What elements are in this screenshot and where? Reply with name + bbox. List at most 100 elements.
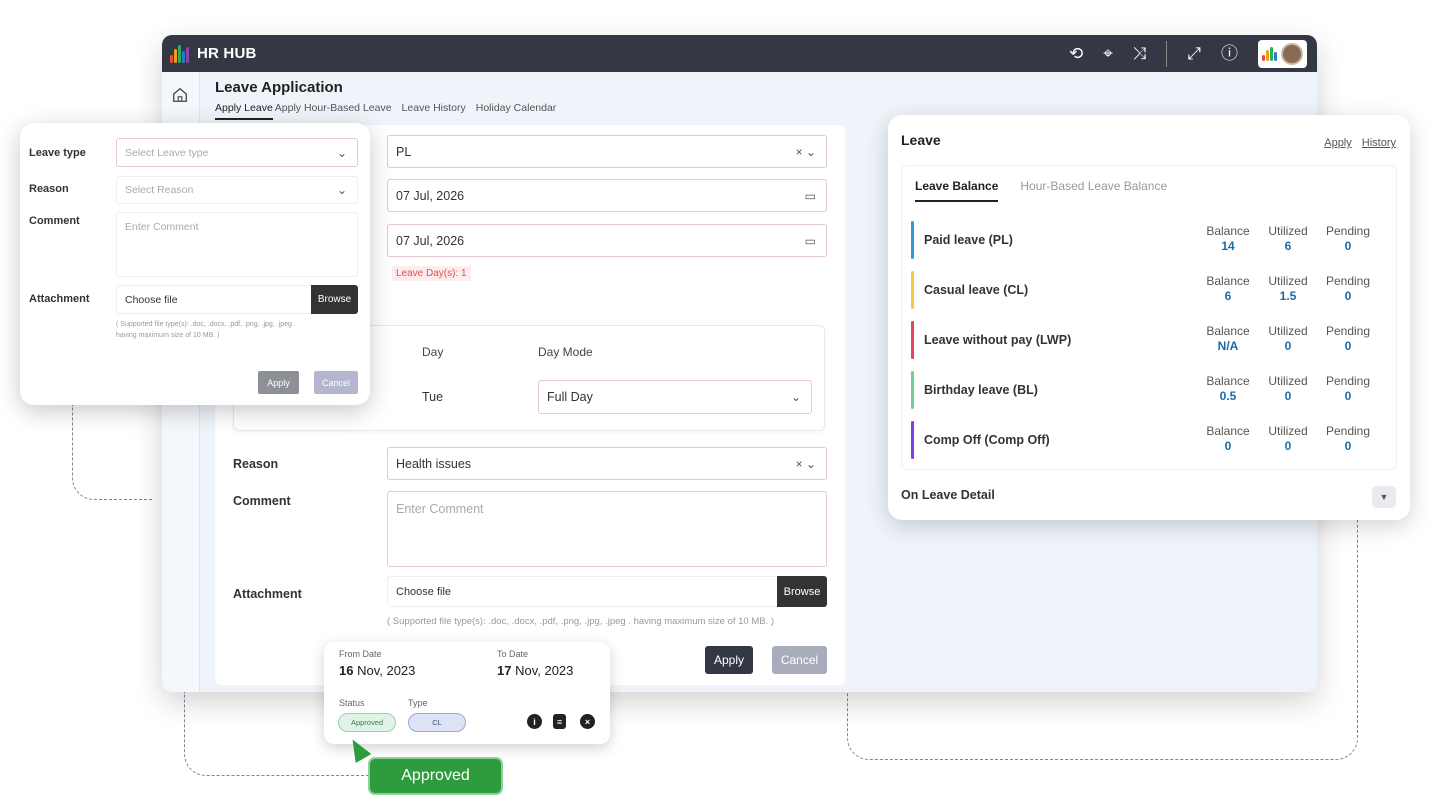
utilized-header: Utilized — [1268, 374, 1308, 388]
leave-utilized-stat: Utilized 0 — [1261, 324, 1315, 353]
mini-reason-select[interactable]: Select Reason ⌄ — [116, 176, 358, 204]
company-logo-icon — [1262, 46, 1277, 61]
chevron-down-icon[interactable]: ⌄ — [337, 183, 347, 197]
utilized-value: 6 — [1284, 239, 1292, 253]
type-label: Type — [408, 698, 428, 708]
leave-name: Leave without pay (LWP) — [924, 333, 1072, 347]
to-date-value: 07 Jul, 2026 — [396, 233, 465, 248]
day-mode-select[interactable]: Full Day ⌄ — [538, 380, 812, 414]
mini-leave-type-select[interactable]: Select Leave type ⌄ — [116, 138, 358, 167]
tab-apply-hour-based-leave[interactable]: Apply Hour-Based Leave — [275, 102, 392, 120]
document-icon[interactable]: ≡ — [553, 714, 566, 729]
leave-color-bar — [911, 371, 914, 409]
utilized-value: 0 — [1284, 389, 1292, 403]
choose-file-text: Choose file — [396, 585, 452, 598]
status-label: Status — [339, 698, 365, 708]
logo-icon — [170, 44, 189, 63]
comment-label: Comment — [233, 494, 291, 508]
history-link[interactable]: History — [1362, 137, 1396, 149]
comment-placeholder: Enter Comment — [396, 502, 484, 516]
mini-cancel-button[interactable]: Cancel — [314, 371, 358, 394]
calendar-icon[interactable]: ▭ — [805, 189, 816, 203]
balance-header: Balance — [1206, 324, 1250, 338]
comment-textarea[interactable]: Enter Comment — [387, 491, 827, 567]
leave-color-bar — [911, 221, 914, 259]
mini-file-hint-2: having maximum size of 10 MB. ) — [116, 332, 220, 339]
leave-color-bar — [911, 321, 914, 359]
leave-utilized-stat: Utilized 0 — [1261, 424, 1315, 453]
pending-header: Pending — [1325, 424, 1371, 438]
leave-row: Casual leave (CL) Balance 6 Utilized 1.5 Pend… — [911, 271, 1389, 309]
shuffle-icon[interactable]: ⤨ — [1133, 45, 1147, 62]
leave-request-card: From Date 16 Nov, 2023 To Date 17 Nov, 2… — [324, 642, 610, 744]
leave-utilized-stat: Utilized 0 — [1261, 374, 1315, 403]
browse-button[interactable]: Browse — [777, 576, 827, 607]
leave-type-select[interactable]: PL × ⌄ — [387, 135, 827, 168]
reason-select[interactable]: Health issues × ⌄ — [387, 447, 827, 480]
leave-balance-stat: Balance 14 — [1201, 224, 1255, 253]
mini-leave-type-placeholder: Select Leave type — [125, 146, 209, 159]
tab-leave-balance[interactable]: Leave Balance — [915, 179, 999, 202]
pending-header: Pending — [1325, 324, 1371, 338]
calendar-icon[interactable]: ▭ — [805, 234, 816, 248]
to-day: 17 — [497, 663, 512, 678]
clear-chevron-icon[interactable]: × ⌄ — [796, 145, 816, 159]
page-tabs: Apply Leave Apply Hour-Based Leave Leave… — [215, 102, 556, 120]
tab-holiday-calendar[interactable]: Holiday Calendar — [476, 102, 557, 120]
to-date-label: To Date — [497, 649, 529, 659]
clear-chevron-icon[interactable]: × ⌄ — [796, 457, 816, 471]
location-icon[interactable]: ⌖ — [1103, 45, 1113, 62]
info-icon[interactable]: i — [527, 714, 542, 729]
tab-leave-history[interactable]: Leave History — [402, 102, 466, 120]
utilized-value: 0 — [1284, 339, 1292, 353]
tab-apply-leave[interactable]: Apply Leave — [215, 102, 273, 120]
page-title: Leave Application — [215, 79, 343, 96]
leave-type-value: PL — [396, 144, 412, 159]
leave-utilized-stat: Utilized 1.5 — [1261, 274, 1315, 303]
home-icon[interactable] — [171, 86, 189, 104]
chevron-down-icon[interactable]: ⌄ — [337, 146, 347, 160]
fullscreen-icon[interactable]: ⤢ — [1187, 45, 1201, 62]
leave-panel-title: Leave — [901, 132, 941, 148]
from-date-input[interactable]: 07 Jul, 2026 ▭ — [387, 179, 827, 212]
mini-file-hint-1: ( Supported file type(s): .doc, .docx, .… — [116, 321, 296, 328]
pending-header: Pending — [1325, 274, 1371, 288]
toolbar-icons: ⟲ ⌖ ⤨ ⤢ ⓘ — [1069, 39, 1307, 68]
balance-value: N/A — [1217, 339, 1239, 353]
mini-leave-form: Leave type Select Leave type ⌄ Reason Se… — [20, 123, 370, 405]
expand-toggle-icon[interactable]: ▼ — [1372, 486, 1396, 508]
approved-button[interactable]: Approved — [368, 757, 503, 795]
cancel-button[interactable]: Cancel — [772, 646, 827, 674]
leave-balance-stat: Balance 0 — [1201, 424, 1255, 453]
page-header: Leave Application Apply Leave Apply Hour… — [215, 79, 556, 120]
utilized-header: Utilized — [1268, 324, 1308, 338]
to-date-input[interactable]: 07 Jul, 2026 ▭ — [387, 224, 827, 257]
chevron-down-icon[interactable]: ⌄ — [791, 390, 801, 404]
user-menu[interactable] — [1258, 39, 1307, 68]
leave-name: Paid leave (PL) — [924, 233, 1013, 247]
utilized-value: 1.5 — [1279, 289, 1297, 303]
mini-reason-placeholder: Select Reason — [125, 184, 194, 196]
mini-reason-label: Reason — [29, 183, 69, 195]
mini-browse-button[interactable]: Browse — [311, 285, 358, 314]
from-date-label: From Date — [339, 649, 382, 659]
tab-hour-based-balance[interactable]: Hour-Based Leave Balance — [1020, 179, 1167, 202]
refresh-icon[interactable]: ⟲ — [1069, 45, 1083, 62]
mini-apply-button[interactable]: Apply — [258, 371, 299, 394]
reason-label: Reason — [233, 457, 279, 471]
top-bar: HR HUB ⟲ ⌖ ⤨ ⤢ ⓘ — [162, 35, 1317, 72]
from-day: 16 — [339, 663, 354, 678]
mini-comment-textarea[interactable]: Enter Comment — [116, 212, 358, 277]
balance-header: Balance — [1206, 224, 1250, 238]
avatar[interactable] — [1281, 42, 1303, 65]
apply-button[interactable]: Apply — [705, 646, 753, 674]
file-input[interactable]: Choose file — [387, 576, 827, 607]
pending-value: 0 — [1344, 289, 1352, 303]
apply-link[interactable]: Apply — [1324, 137, 1352, 149]
utilized-header: Utilized — [1268, 224, 1308, 238]
mini-comment-placeholder: Enter Comment — [125, 221, 199, 233]
close-icon[interactable]: × — [580, 714, 595, 729]
help-icon[interactable]: ⓘ — [1221, 45, 1238, 62]
leave-balance-stat: Balance 0.5 — [1201, 374, 1255, 403]
leave-balance-tabs: Leave Balance Hour-Based Leave Balance — [915, 179, 1167, 202]
